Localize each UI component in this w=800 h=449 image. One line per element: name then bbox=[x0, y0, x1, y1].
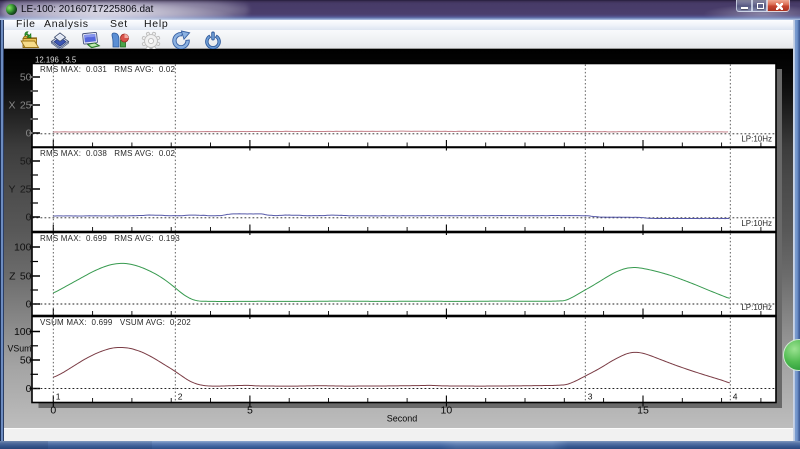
svg-text:100: 100 bbox=[14, 326, 32, 338]
svg-text:RMS MAX: 0.699 RMS AVG: 0.: RMS MAX: 0.699 RMS AVG: 0.193 bbox=[40, 234, 180, 243]
svg-text:3: 3 bbox=[588, 392, 593, 402]
svg-text:0: 0 bbox=[26, 212, 32, 224]
svg-text:LP:10Hz: LP:10Hz bbox=[741, 135, 772, 144]
svg-text:VSUM MAX: 0.699 VSUM AVG:: VSUM MAX: 0.699 VSUM AVG: 0.202 bbox=[40, 318, 191, 327]
svg-text:Z: Z bbox=[9, 271, 16, 283]
svg-text:50: 50 bbox=[20, 72, 32, 84]
svg-text:Y: Y bbox=[8, 184, 15, 196]
svg-text:50: 50 bbox=[20, 271, 32, 283]
svg-text:12.196 , 3.5: 12.196 , 3.5 bbox=[35, 55, 77, 64]
svg-text:4: 4 bbox=[733, 392, 738, 402]
svg-text:10: 10 bbox=[441, 405, 453, 417]
svg-text:2: 2 bbox=[178, 392, 183, 402]
svg-text:0: 0 bbox=[50, 405, 56, 417]
svg-text:VSum: VSum bbox=[8, 344, 32, 354]
svg-text:X: X bbox=[8, 100, 15, 112]
svg-text:0: 0 bbox=[26, 299, 32, 311]
svg-text:0: 0 bbox=[26, 128, 32, 140]
svg-text:25: 25 bbox=[20, 184, 32, 196]
svg-text:100: 100 bbox=[14, 242, 32, 254]
svg-text:RMS MAX: 0.031 RMS AVG: 0.: RMS MAX: 0.031 RMS AVG: 0.02 bbox=[40, 65, 176, 74]
svg-text:50: 50 bbox=[20, 156, 32, 168]
svg-text:0: 0 bbox=[26, 383, 32, 395]
svg-text:50: 50 bbox=[20, 355, 32, 367]
svg-text:RMS MAX: 0.038 RMS AVG: 0.: RMS MAX: 0.038 RMS AVG: 0.02 bbox=[40, 149, 176, 158]
svg-text:Second: Second bbox=[387, 414, 418, 424]
svg-text:1: 1 bbox=[56, 392, 61, 402]
svg-text:LP:10Hz: LP:10Hz bbox=[741, 219, 772, 228]
svg-text:15: 15 bbox=[637, 405, 649, 417]
svg-text:25: 25 bbox=[20, 100, 32, 112]
svg-text:LP:10Hz: LP:10Hz bbox=[741, 303, 772, 312]
svg-text:5: 5 bbox=[247, 405, 253, 417]
